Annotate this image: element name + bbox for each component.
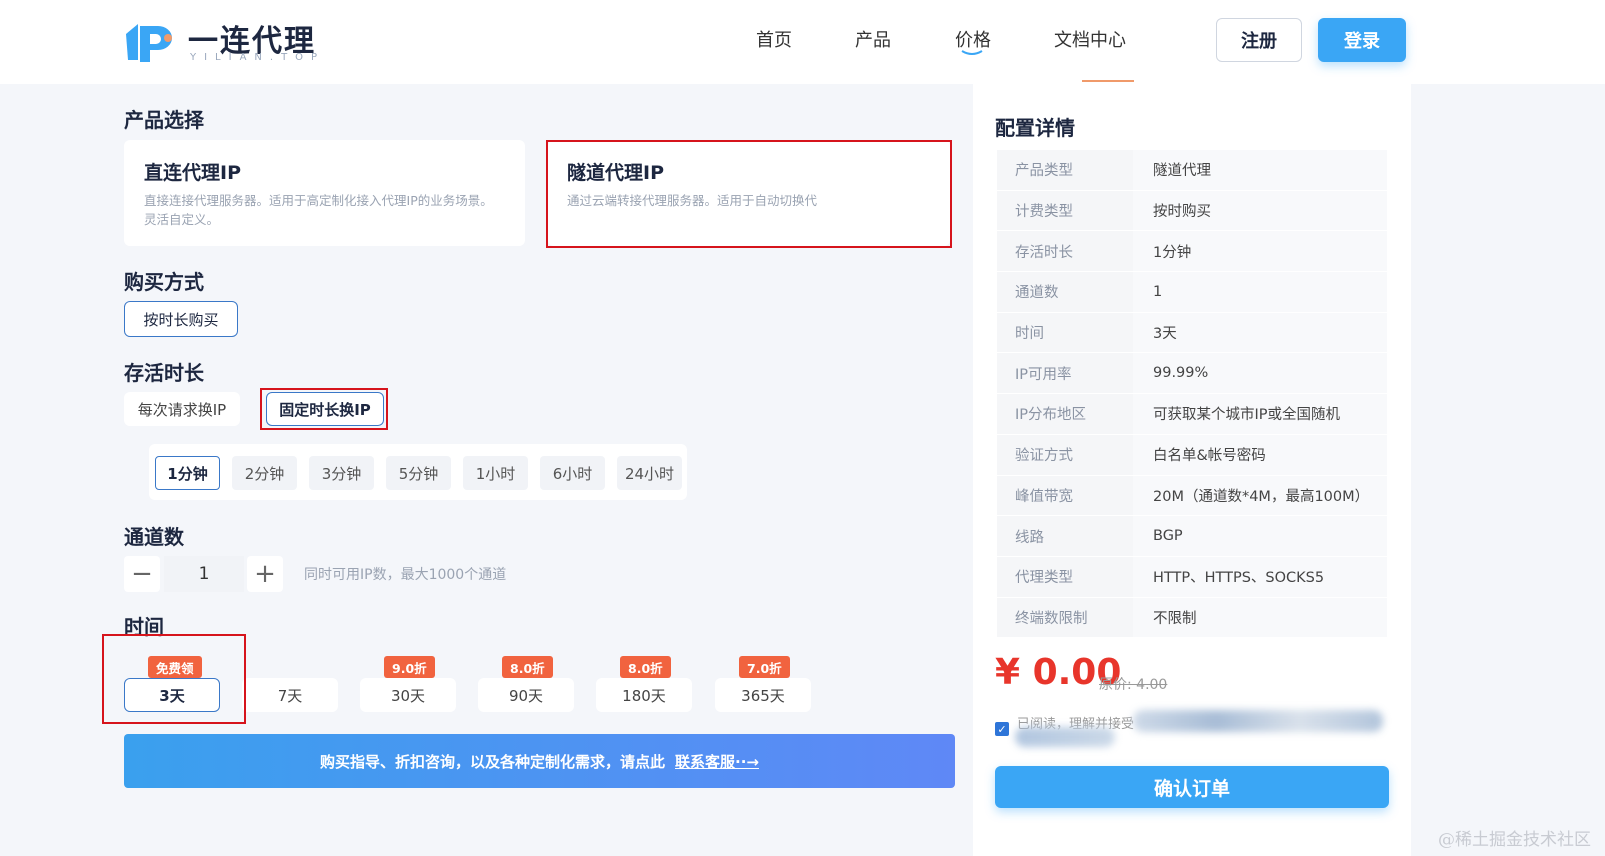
product-card-desc: 直接连接代理服务器。适用于高定制化接入代理IP的业务场景。灵活自定义。 — [144, 193, 493, 227]
nav-home[interactable]: 首页 — [756, 26, 792, 52]
row-key: 代理类型 — [997, 556, 1133, 597]
row-value: 1分钟 — [1133, 231, 1387, 272]
purchase-section-title: 购买方式 — [124, 270, 204, 294]
nav-docs[interactable]: 文档中心 — [1054, 26, 1126, 52]
time-badge-discount: 8.0折 — [502, 656, 553, 678]
agree-checkbox[interactable]: ✓ — [995, 722, 1009, 736]
product-card-desc: 通过云端转接代理服务器。适用于自动切换代 — [567, 193, 818, 208]
product-card-tunnel[interactable]: 隧道代理IP 通过云端转接代理服务器。适用于自动切换代 — [548, 140, 950, 246]
mode-fixed-duration-button[interactable]: 固定时长换IP — [266, 392, 384, 426]
config-table: 产品类型 隧道代理 计费类型 按时购买 存活时长 1分钟 通道数 1 时间 3天 IP可用… — [997, 150, 1387, 639]
table-row: 终端数限制 不限制 — [997, 597, 1387, 639]
blurred-agreement-link — [1015, 727, 1115, 747]
duration-panel: 1分钟 2分钟 3分钟 5分钟 1小时 6小时 24小时 — [149, 444, 687, 500]
product-card-name: 直连代理IP — [144, 162, 241, 184]
nav-pricing[interactable]: 价格 — [955, 26, 991, 52]
row-value: 可获取某个城市IP或全国随机 — [1133, 394, 1387, 434]
product-card-direct[interactable]: 直连代理IP 直接连接代理服务器。适用于高定制化接入代理IP的业务场景。灵活自定… — [124, 140, 525, 246]
row-key: 存活时长 — [997, 231, 1133, 272]
duration-3min[interactable]: 3分钟 — [309, 456, 374, 490]
nav-products[interactable]: 产品 — [855, 26, 891, 52]
time-option-3days[interactable]: 3天 — [124, 678, 220, 712]
table-row: 存活时长 1分钟 — [997, 231, 1387, 273]
nav-active-indicator — [1082, 80, 1134, 82]
channels-section-title: 通道数 — [124, 525, 184, 549]
time-badge-discount: 9.0折 — [384, 656, 435, 678]
logo-subtitle: YILIAN.TOP — [190, 52, 326, 63]
blurred-agreement-link — [1133, 710, 1383, 732]
product-card-name: 隧道代理IP — [567, 162, 664, 184]
table-row: IP分布地区 可获取某个城市IP或全国随机 — [997, 394, 1387, 435]
row-value: 1 — [1133, 272, 1387, 312]
table-row: 验证方式 白名单&帐号密码 — [997, 434, 1387, 476]
row-key: 通道数 — [997, 272, 1133, 312]
table-row: 产品类型 隧道代理 — [997, 150, 1387, 191]
table-row: 峰值带宽 20M（通道数*4M，最高100M） — [997, 475, 1387, 517]
login-button[interactable]: 登录 — [1318, 18, 1406, 62]
time-badge-free: 免费领 — [148, 656, 202, 678]
time-option-365days[interactable]: 365天 — [715, 678, 811, 712]
product-section-title: 产品选择 — [124, 108, 204, 132]
time-option-30days[interactable]: 30天 — [360, 678, 456, 712]
time-section-title: 时间 — [124, 615, 164, 639]
row-value: 隧道代理 — [1133, 150, 1387, 190]
time-badge-discount: 7.0折 — [739, 656, 790, 678]
row-value: 99.99% — [1133, 353, 1387, 394]
logo-mark-icon — [126, 24, 172, 62]
purchase-by-time-button[interactable]: 按时长购买 — [124, 301, 238, 337]
channel-hint: 同时可用IP数，最大1000个通道 — [304, 567, 507, 583]
confirm-order-button[interactable]: 确认订单 — [995, 766, 1389, 808]
survival-section-title: 存活时长 — [124, 361, 204, 385]
top-header: 一连代理 YILIAN.TOP 首页 产品 价格 文档中心 注册 登录 — [0, 0, 1605, 84]
duration-2min[interactable]: 2分钟 — [232, 456, 297, 490]
row-key: 产品类型 — [997, 150, 1133, 190]
contact-support-link[interactable]: 联系客服··→ — [675, 751, 759, 772]
row-value: 白名单&帐号密码 — [1133, 434, 1387, 475]
time-option-90days[interactable]: 90天 — [478, 678, 574, 712]
channel-increment-button[interactable]: + — [247, 556, 283, 592]
row-key: 计费类型 — [997, 190, 1133, 231]
row-key: IP分布地区 — [997, 394, 1133, 434]
time-option-180days[interactable]: 180天 — [596, 678, 692, 712]
time-option-7days[interactable]: 7天 — [242, 678, 338, 712]
row-key: 时间 — [997, 312, 1133, 353]
duration-24hour[interactable]: 24小时 — [617, 456, 682, 490]
mode-per-request-button[interactable]: 每次请求换IP — [124, 392, 240, 426]
register-button[interactable]: 注册 — [1216, 18, 1302, 62]
original-price: 原价: 4.00 — [1099, 677, 1168, 693]
row-value: HTTP、HTTPS、SOCKS5 — [1133, 556, 1387, 597]
table-row: IP可用率 99.99% — [997, 353, 1387, 395]
row-value: 3天 — [1133, 312, 1387, 353]
row-key: IP可用率 — [997, 353, 1133, 394]
row-key: 线路 — [997, 516, 1133, 556]
row-value: BGP — [1133, 516, 1387, 556]
banner-text: 购买指导、折扣咨询，以及各种定制化需求，请点此 — [320, 752, 666, 771]
duration-6hour[interactable]: 6小时 — [540, 456, 605, 490]
duration-5min[interactable]: 5分钟 — [386, 456, 451, 490]
row-value: 20M（通道数*4M，最高100M） — [1133, 475, 1387, 516]
channel-decrement-button[interactable]: − — [124, 556, 160, 592]
logo[interactable]: 一连代理 YILIAN.TOP — [124, 14, 334, 66]
channel-count-input[interactable]: 1 — [164, 556, 244, 592]
nav-pricing-underline-icon — [961, 50, 983, 55]
row-value: 按时购买 — [1133, 190, 1387, 231]
row-value: 不限制 — [1133, 597, 1387, 638]
time-badge-discount: 8.0折 — [620, 656, 671, 678]
duration-1hour[interactable]: 1小时 — [463, 456, 528, 490]
watermark: @稀土掘金技术社区 — [1438, 830, 1591, 850]
row-key: 验证方式 — [997, 434, 1133, 475]
table-row: 代理类型 HTTP、HTTPS、SOCKS5 — [997, 556, 1387, 598]
duration-1min[interactable]: 1分钟 — [155, 456, 220, 490]
table-row: 通道数 1 — [997, 272, 1387, 313]
row-key: 终端数限制 — [997, 597, 1133, 638]
table-row: 计费类型 按时购买 — [997, 190, 1387, 232]
table-row: 时间 3天 — [997, 312, 1387, 354]
table-row: 线路 BGP — [997, 516, 1387, 557]
row-key: 峰值带宽 — [997, 475, 1133, 516]
config-title: 配置详情 — [995, 116, 1075, 140]
config-panel: 配置详情 产品类型 隧道代理 计费类型 按时购买 存活时长 1分钟 通道数 1 时间 3天… — [973, 84, 1411, 856]
contact-support-banner[interactable]: 购买指导、折扣咨询，以及各种定制化需求，请点此 联系客服··→ — [124, 734, 955, 788]
